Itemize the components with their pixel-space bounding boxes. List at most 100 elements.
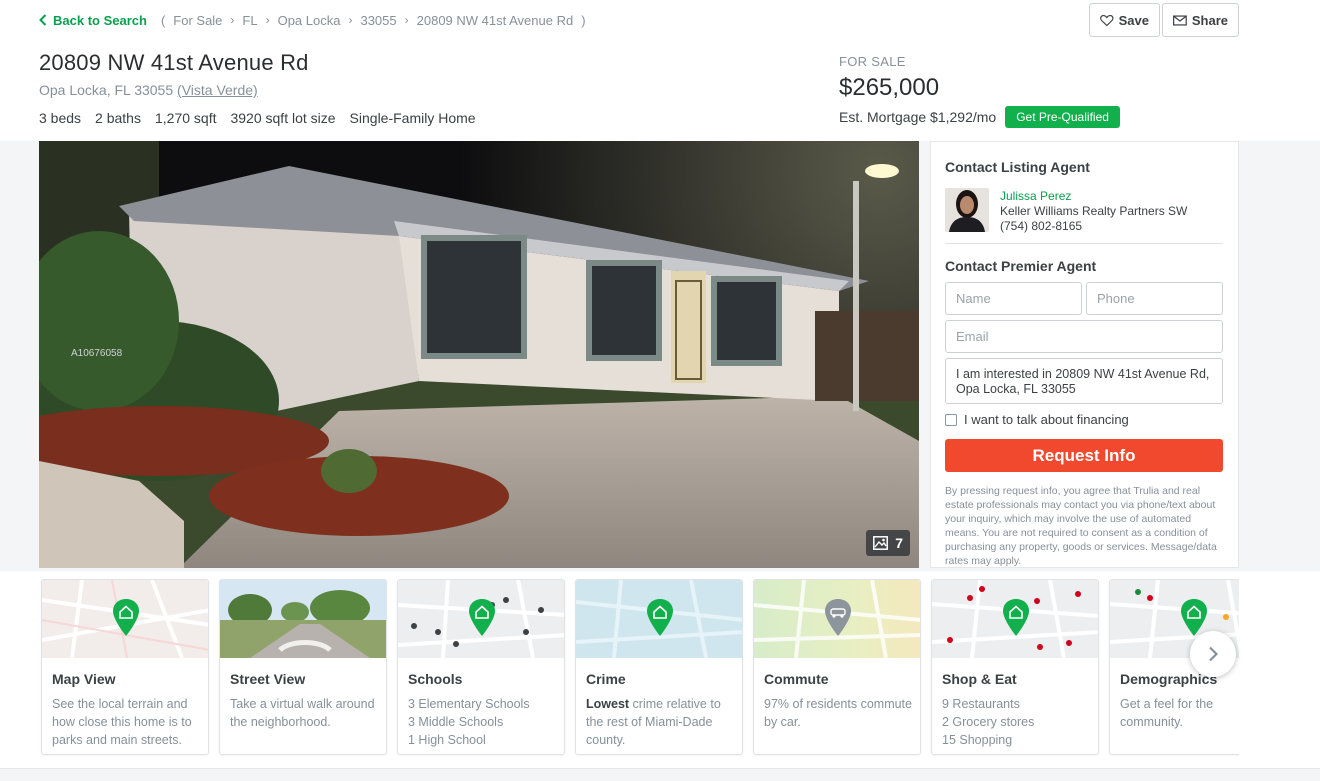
card-title: Schools [408,671,463,687]
divider [945,243,1223,244]
get-pre-qualified-button[interactable]: Get Pre-Qualified [1005,106,1120,128]
home-pin-icon [1003,599,1029,636]
breadcrumb-open: ( [160,12,166,28]
chevron-right-icon: › [230,13,235,27]
listing-agent: Julissa Perez Keller Williams Realty Par… [945,188,1187,234]
heart-icon [1100,14,1114,26]
beds: 3 beds [39,110,82,126]
card-description: 9 Restaurants 2 Grocery stores 15 Shoppi… [942,695,1090,749]
financing-checkbox[interactable]: I want to talk about financing [945,412,1129,427]
top-actions: Save Share [1089,3,1239,37]
card-description: Get a feel for the community. [1120,697,1214,729]
message-text: I am interested in 20809 NW 41st Avenue … [956,367,1210,396]
card-commute[interactable]: Commute 97% of residents commute by car. [753,579,921,755]
sqft: 1,270 sqft [154,110,217,126]
save-button[interactable]: Save [1089,3,1160,37]
listing-photo[interactable]: A10676058 7 [39,141,919,568]
chevron-right-icon [1209,646,1218,662]
est-mortgage: Est. Mortgage $1,292/mo [839,109,997,125]
home-pin-icon [1181,599,1207,636]
contact-panel: Contact Listing Agent Julissa Perez Kell… [930,141,1239,568]
card-description: Take a virtual walk around the neighborh… [230,697,375,729]
legal-disclaimer: By pressing request info, you agree that… [945,485,1217,567]
card-title: Shop & Eat [942,671,1017,687]
card-title: Map View [52,671,116,687]
card-line: 3 Middle Schools [408,715,504,729]
address-subtitle: Opa Locka, FL 33055 (Vista Verde) [39,82,258,98]
email-field[interactable]: Email [945,320,1223,353]
card-line: 15 Shopping [942,733,1013,747]
baths: 2 baths [95,110,141,126]
photo-count: 7 [895,535,903,551]
back-to-search-link[interactable]: Back to Search [39,13,147,28]
chevron-left-icon [39,14,47,26]
share-label: Share [1191,12,1228,28]
agent-company: Keller Williams Realty Partners SW [1000,204,1188,218]
request-info-label: Request Info [1032,445,1136,465]
save-label: Save [1118,12,1149,28]
page-title: 20809 NW 41st Avenue Rd [39,50,309,75]
neighborhood-link[interactable]: (Vista Verde) [177,82,258,98]
card-description: 97% of residents commute by car. [764,697,912,729]
price: $265,000 [839,74,940,101]
car-pin-icon [825,599,851,636]
card-schools[interactable]: Schools 3 Elementary Schools 3 Middle Sc… [397,579,565,755]
phone-placeholder: Phone [1097,291,1135,306]
home-type: Single-Family Home [349,110,476,126]
card-title: Commute [764,671,829,687]
home-pin-icon [469,599,495,636]
card-line: 1 High School [408,733,486,747]
neighborhood-cards: Map View See the local terrain and how c… [39,579,1239,756]
avatar [945,188,989,232]
contact-premier-heading: Contact Premier Agent [945,258,1097,274]
request-info-button[interactable]: Request Info [945,439,1223,472]
chevron-right-icon: › [265,13,270,27]
card-map-view[interactable]: Map View See the local terrain and how c… [41,579,209,755]
status-badge: FOR SALE [839,54,906,69]
card-title: Crime [586,671,626,687]
photo-count-button[interactable]: 7 [866,530,910,556]
breadcrumb-for-sale[interactable]: For Sale [173,13,222,28]
card-street-view[interactable]: Street View Take a virtual walk around t… [219,579,387,755]
next-cards-button[interactable] [1190,631,1236,677]
card-shop-eat[interactable]: Shop & Eat 9 Restaurants 2 Grocery store… [931,579,1099,755]
agent-phone[interactable]: (754) 802-8165 [1000,219,1187,234]
envelope-icon [1173,14,1187,26]
phone-field[interactable]: Phone [1086,282,1223,315]
breadcrumb-state[interactable]: FL [242,13,257,28]
card-description: Lowest crime relative to the rest of Mia… [586,695,734,749]
back-to-search-label: Back to Search [53,12,147,28]
breadcrumb-address: 20809 NW 41st Avenue Rd [416,12,574,28]
card-description: 3 Elementary Schools 3 Middle Schools 1 … [408,695,556,749]
agent-name-link[interactable]: Julissa Perez [1000,189,1187,204]
breadcrumb-zip[interactable]: 33055 [360,13,396,28]
checkbox-icon[interactable] [945,413,957,426]
financing-label: I want to talk about financing [964,412,1129,427]
breadcrumb-close: ) [581,12,586,28]
card-title: Street View [230,671,306,687]
chevron-right-icon: › [404,13,409,27]
page-footer-edge [0,768,1320,781]
email-placeholder: Email [956,329,989,344]
card-crime[interactable]: Crime Lowest crime relative to the rest … [575,579,743,755]
home-pin-icon [113,599,139,636]
photo-watermark: A10676058 [71,348,123,359]
name-placeholder: Name [956,291,991,306]
contact-listing-heading: Contact Listing Agent [945,159,1090,175]
name-field[interactable]: Name [945,282,1082,315]
mortgage-row: Est. Mortgage $1,292/mo Get Pre-Qualifie… [839,106,1120,128]
breadcrumb-city[interactable]: Opa Locka [278,13,341,28]
city-line: Opa Locka, FL 33055 [39,82,174,98]
card-line: 9 Restaurants [942,697,1020,711]
message-textarea[interactable]: I am interested in 20809 NW 41st Avenue … [945,358,1223,404]
image-gallery-icon [873,536,889,550]
lot-size: 3920 sqft lot size [230,110,336,126]
breadcrumb: ( For Sale › FL › Opa Locka › 33055 › 20… [161,13,586,28]
crime-level: Lowest [586,697,630,711]
card-line: 2 Grocery stores [942,715,1035,729]
share-button[interactable]: Share [1162,3,1239,37]
chevron-right-icon: › [348,13,353,27]
house-photo-illustration: A10676058 [39,141,919,568]
home-pin-icon [647,599,673,636]
breadcrumb-bar: Back to Search ( For Sale › FL › Opa Loc… [39,12,586,28]
